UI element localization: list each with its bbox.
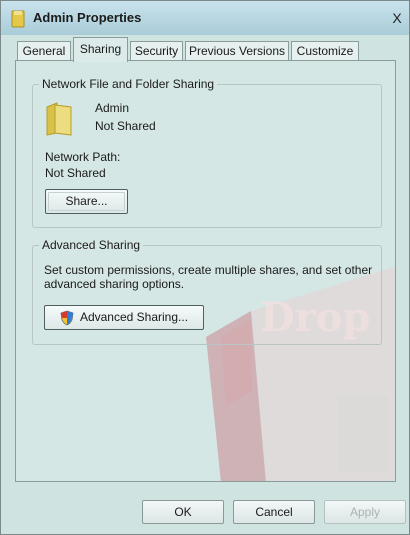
ok-button[interactable]: OK: [142, 500, 224, 524]
tab-customize[interactable]: Customize: [291, 41, 359, 61]
share-button[interactable]: Share...: [45, 189, 128, 214]
advanced-sharing-description-2: advanced sharing options.: [44, 277, 185, 291]
cancel-button[interactable]: Cancel: [233, 500, 315, 524]
network-path-label: Network Path:: [45, 150, 121, 164]
folder-title-icon: [11, 10, 25, 28]
advanced-sharing-group-title: Advanced Sharing: [39, 238, 144, 252]
folder-icon: [46, 102, 72, 136]
network-sharing-group-title: Network File and Folder Sharing: [39, 77, 218, 91]
properties-window: Admin Properties X General Sharing Secur…: [0, 0, 410, 535]
window-title: Admin Properties: [33, 10, 142, 25]
advanced-sharing-button[interactable]: Advanced Sharing...: [44, 305, 204, 330]
tab-general[interactable]: General: [17, 41, 71, 61]
shield-icon: [60, 310, 74, 326]
tab-sharing[interactable]: Sharing: [73, 37, 128, 62]
folder-share-status: Not Shared: [95, 119, 156, 133]
network-path-value: Not Shared: [45, 166, 106, 180]
title-bar[interactable]: Admin Properties X: [1, 1, 409, 35]
sharing-tab-panel: Drop Network File and Folder Sharing Adm…: [15, 60, 396, 482]
folder-name: Admin: [95, 101, 130, 115]
apply-button[interactable]: Apply: [324, 500, 406, 524]
tab-previous-versions[interactable]: Previous Versions: [185, 41, 289, 61]
close-icon[interactable]: X: [389, 10, 405, 26]
advanced-sharing-description-1: Set custom permissions, create multiple …: [44, 263, 373, 277]
tab-security[interactable]: Security: [130, 41, 183, 61]
advanced-sharing-group: Advanced Sharing: [32, 238, 382, 345]
share-button-label: Share...: [65, 194, 108, 208]
advanced-sharing-button-label: Advanced Sharing...: [79, 310, 189, 324]
